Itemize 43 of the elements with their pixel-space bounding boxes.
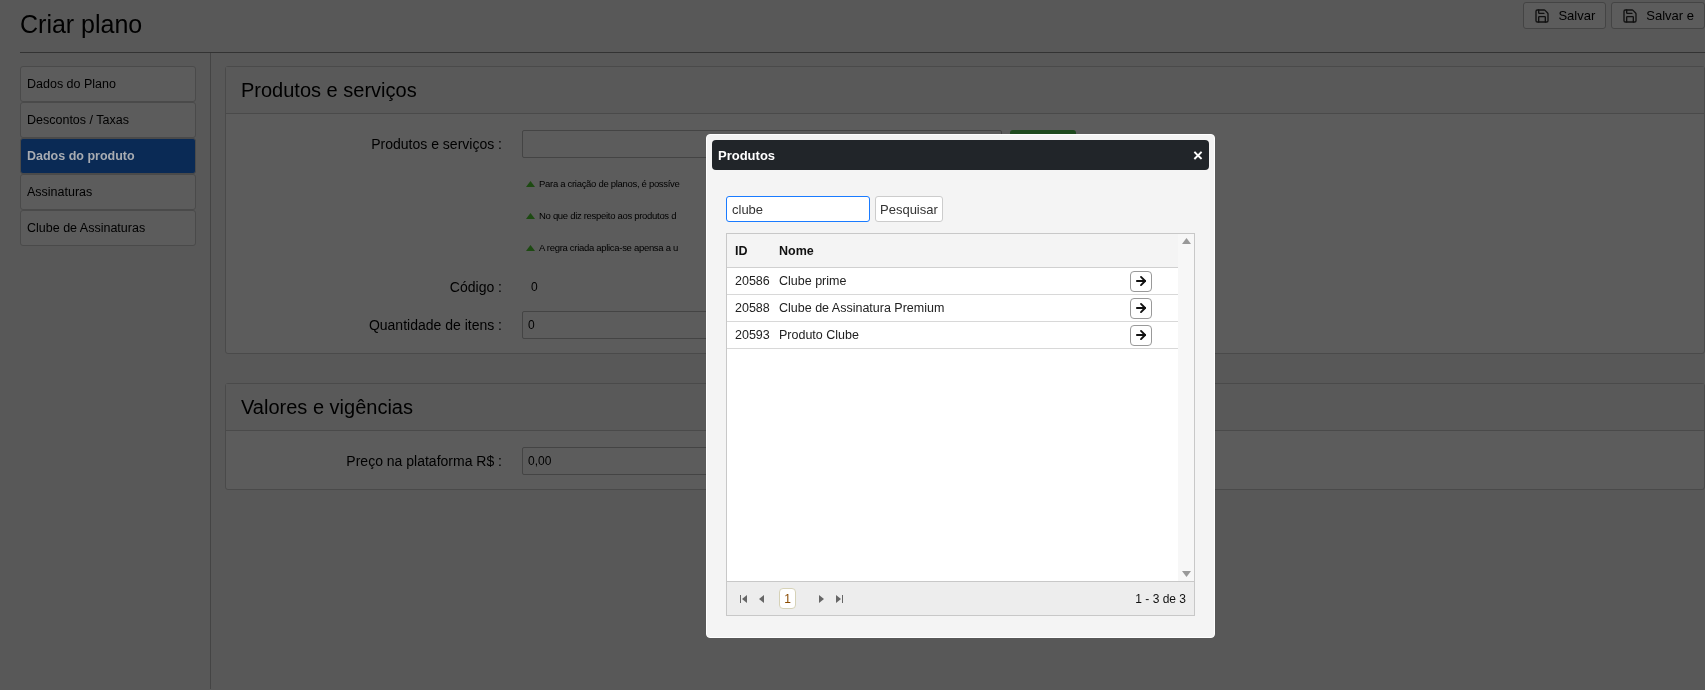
triangle-icon bbox=[526, 212, 535, 219]
select-button[interactable] bbox=[1130, 297, 1152, 319]
sidebar-item[interactable]: Assinaturas bbox=[20, 174, 196, 210]
search-field[interactable]: clube bbox=[726, 196, 870, 222]
column-header: ID bbox=[735, 243, 749, 258]
table-cell-text: 20586 bbox=[735, 274, 771, 288]
field-label: Quantidade de itens : bbox=[367, 317, 502, 333]
field-label: Preço na plataforma R$ : bbox=[345, 453, 502, 469]
pager-summary: 1 - 3 de 3 bbox=[1135, 591, 1186, 606]
scroll-down-icon bbox=[1181, 571, 1191, 577]
sidebar-item[interactable]: Clube de Assinaturas bbox=[20, 210, 196, 246]
table-cell-text: Clube prime bbox=[779, 274, 848, 288]
field-label: Código : bbox=[448, 279, 502, 295]
search-button[interactable]: Pesquisar bbox=[875, 196, 943, 222]
dialog-title: Produtos bbox=[718, 147, 776, 163]
select-button[interactable] bbox=[1130, 324, 1152, 346]
page-title: Criar plano bbox=[20, 10, 143, 39]
table-cell-text: 20593 bbox=[735, 328, 771, 342]
last-page-icon[interactable] bbox=[834, 593, 844, 604]
select-button[interactable] bbox=[1130, 270, 1152, 292]
sidebar-item[interactable]: Dados do produto bbox=[20, 138, 196, 174]
hint-text: Para a criação de planos, é possíve bbox=[539, 178, 680, 189]
scroll-up-icon bbox=[1181, 238, 1191, 244]
save-button[interactable]: Salvar bbox=[1523, 2, 1607, 29]
triangle-icon bbox=[526, 244, 535, 251]
next-page-icon[interactable] bbox=[816, 593, 826, 604]
table-cell-text: Produto Clube bbox=[779, 328, 860, 342]
page-button[interactable]: 1 bbox=[779, 588, 796, 609]
table-cell-text: 20588 bbox=[735, 301, 771, 315]
hint-text: A regra criada aplica-se apensa a u bbox=[539, 242, 678, 253]
sidebar-item[interactable]: Descontos / Taxas bbox=[20, 102, 196, 138]
previous-page-icon[interactable] bbox=[757, 593, 767, 604]
sidebar-item[interactable]: Dados do Plano bbox=[20, 66, 196, 102]
column-header: Nome bbox=[779, 243, 815, 258]
hint-text: No que diz respeito aos produtos d bbox=[539, 210, 677, 221]
table-cell-text: Clube de Assinatura Premium bbox=[779, 301, 946, 315]
save-button[interactable]: Salvar e bbox=[1611, 2, 1705, 29]
section-title: Produtos e serviços bbox=[226, 67, 1704, 114]
field-label: Produtos e serviços : bbox=[370, 136, 502, 152]
close-button[interactable]: × bbox=[1193, 146, 1203, 164]
triangle-icon bbox=[526, 180, 535, 187]
field-value: 0 bbox=[531, 280, 538, 294]
first-page-icon[interactable] bbox=[739, 593, 749, 604]
